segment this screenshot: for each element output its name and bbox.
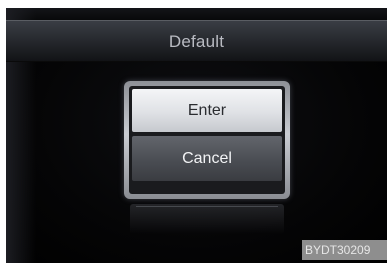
display-screen: Default Enter Cancel <box>6 8 387 263</box>
image-code-watermark: BYDT30209 <box>302 240 387 260</box>
cancel-button[interactable]: Cancel <box>132 136 282 181</box>
confirm-dialog: Enter Cancel <box>124 81 290 199</box>
photo-frame: Default Enter Cancel BYDT30209 <box>0 0 387 267</box>
screen-title: Default <box>168 32 225 51</box>
title-bar: Default <box>6 20 387 62</box>
dialog-reflection <box>130 204 284 234</box>
dialog-body: Enter Cancel <box>129 86 285 194</box>
screen-top-edge <box>6 8 387 20</box>
dialog-reflection-edge <box>136 206 278 207</box>
enter-button[interactable]: Enter <box>132 89 282 132</box>
